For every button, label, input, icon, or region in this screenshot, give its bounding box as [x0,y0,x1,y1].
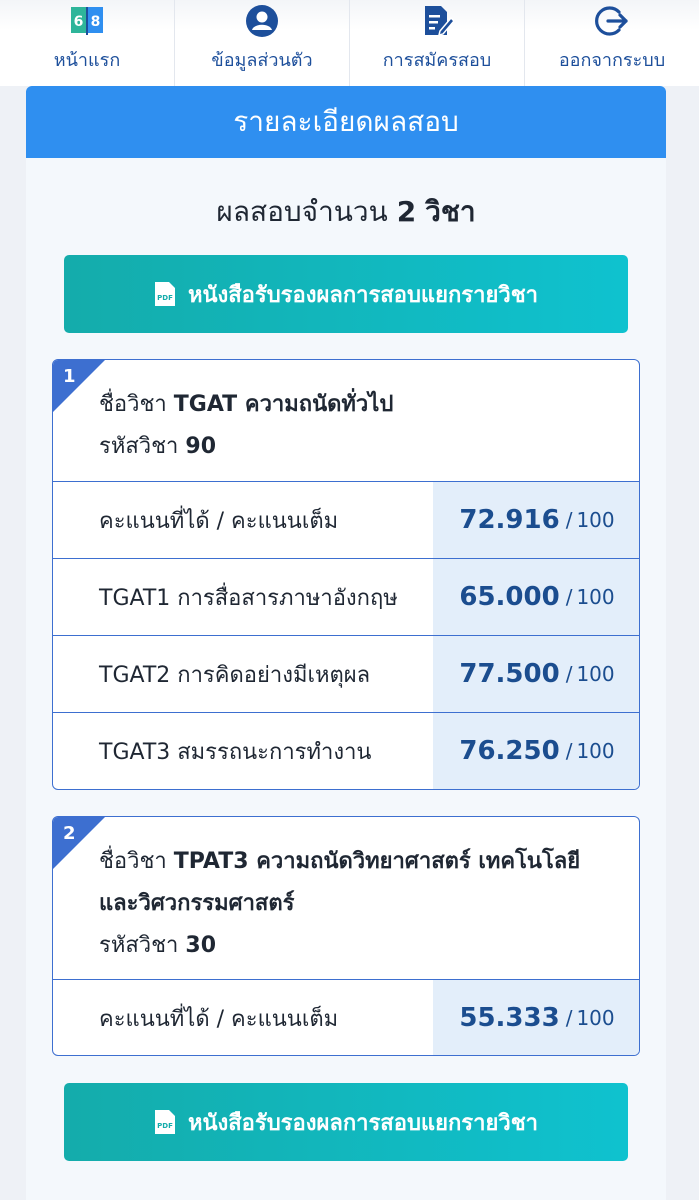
score-full-value: 100 [576,508,615,532]
top-navigation: 6 8 หน้าแรก ข้อมูลส่วนตัว การสมัครสอบ ออ… [0,0,699,86]
score-label: TGAT1 การสื่อสารภาษาอังกฤษ [99,585,398,611]
subject-name-line2: และวิศวกรรมศาสตร์ [99,883,619,925]
home-icon-digit-right: 8 [91,14,101,30]
score-value: 72.916 /100 [433,482,639,558]
score-row-tgat1: TGAT1 การสื่อสารภาษาอังกฤษ 65.000 /100 [53,558,639,635]
score-full: /100 [565,662,615,686]
subject-code-value: 90 [185,434,217,459]
nav-item-profile[interactable]: ข้อมูลส่วนตัว [175,0,350,86]
score-row-tgat3: TGAT3 สมรรถนะการทำงาน 76.250 /100 [53,712,639,789]
nav-label-registration: การสมัครสอบ [382,50,492,71]
score-value: 55.333 /100 [433,980,639,1055]
score-full-value: 100 [576,1006,615,1030]
subject-code: รหัสวิชา 90 [99,426,619,468]
home-icon-digit-left: 6 [74,14,84,30]
subject-name-value: TPAT3 ความถนัดวิทยาศาสตร์ เทคโนโลยี [173,849,581,874]
pdf-icon: PDF [154,281,176,307]
panel-title: รายละเอียดผลสอบ [26,86,666,158]
pdf-icon-text: PDF [157,1122,173,1130]
home-book-icon: 6 8 [67,1,107,41]
card-corner-badge [53,817,105,869]
subject-name-value: TGAT ความถนัดทั่วไป [173,392,394,417]
score-full-value: 100 [576,662,615,686]
certificate-download-button-top[interactable]: PDF หนังสือรับรองผลการสอบแยกรายวิชา [64,255,628,333]
subject-number: 2 [63,823,76,844]
score-label: คะแนนที่ได้ / คะแนนเต็ม [99,508,339,534]
nav-label-profile: ข้อมูลส่วนตัว [211,50,313,71]
score-value: 76.250 /100 [433,713,639,789]
score-number: 72.916 [459,505,560,535]
subject-name: ชื่อวิชา TPAT3 ความถนัดวิทยาศาสตร์ เทคโน… [99,841,619,883]
subject-code: รหัสวิชา 30 [99,925,619,967]
nav-item-logout[interactable]: ออกจากระบบ [525,0,699,86]
score-row-total: คะแนนที่ได้ / คะแนนเต็ม 55.333 /100 [53,979,639,1055]
card-corner-badge [53,360,105,412]
result-count-suffix: วิชา [425,195,476,228]
subject-card-2: 2 ชื่อวิชา TPAT3 ความถนัดวิทยาศาสตร์ เทค… [52,816,640,1056]
subject-name-prefix: ชื่อวิชา [99,849,167,874]
subject-name-value-line2: และวิศวกรรมศาสตร์ [99,891,295,916]
score-number: 55.333 [459,1003,560,1033]
score-row-tgat2: TGAT2 การคิดอย่างมีเหตุผล 77.500 /100 [53,635,639,712]
document-edit-icon [417,1,457,41]
score-value: 77.500 /100 [433,636,639,712]
score-label: TGAT3 สมรรถนะการทำงาน [99,739,372,765]
score-number: 77.500 [459,659,560,689]
user-profile-icon [242,1,282,41]
score-label: TGAT2 การคิดอย่างมีเหตุผล [99,662,371,688]
result-count-number: 2 [396,195,417,228]
subject-code-value: 30 [185,933,217,958]
score-number: 76.250 [459,736,560,766]
pdf-icon-text: PDF [157,294,173,302]
score-number: 65.000 [459,582,560,612]
certificate-button-label: หนังสือรับรองผลการสอบแยกรายวิชา [187,1110,539,1136]
nav-item-registration[interactable]: การสมัครสอบ [350,0,525,86]
pdf-icon: PDF [154,1109,176,1135]
subject-code-prefix: รหัสวิชา [99,434,179,459]
subject-name: ชื่อวิชา TGAT ความถนัดทั่วไป [99,384,619,426]
subject-name-prefix: ชื่อวิชา [99,392,167,417]
certificate-button-label: หนังสือรับรองผลการสอบแยกรายวิชา [187,282,539,308]
score-full-value: 100 [576,739,615,763]
score-full-value: 100 [576,585,615,609]
score-value: 65.000 /100 [433,559,639,635]
subject-card-1: 1 ชื่อวิชา TGAT ความถนัดทั่วไป รหัสวิชา … [52,359,640,790]
logout-icon [592,1,632,41]
score-label: คะแนนที่ได้ / คะแนนเต็ม [99,1006,339,1032]
nav-label-home: หน้าแรก [53,50,121,71]
score-full: /100 [565,508,615,532]
result-count: ผลสอบจำนวน 2 วิชา [26,190,666,234]
nav-label-logout: ออกจากระบบ [558,50,666,71]
certificate-download-button-bottom[interactable]: PDF หนังสือรับรองผลการสอบแยกรายวิชา [64,1083,628,1161]
subject-code-prefix: รหัสวิชา [99,933,179,958]
exam-result-panel: รายละเอียดผลสอบ ผลสอบจำนวน 2 วิชา PDF หน… [26,86,666,1200]
score-full: /100 [565,1006,615,1030]
score-full: /100 [565,585,615,609]
score-full: /100 [565,739,615,763]
subject-number: 1 [63,366,76,387]
result-count-prefix: ผลสอบจำนวน [216,195,388,228]
score-row-total: คะแนนที่ได้ / คะแนนเต็ม 72.916 /100 [53,481,639,558]
nav-item-home[interactable]: 6 8 หน้าแรก [0,0,175,86]
